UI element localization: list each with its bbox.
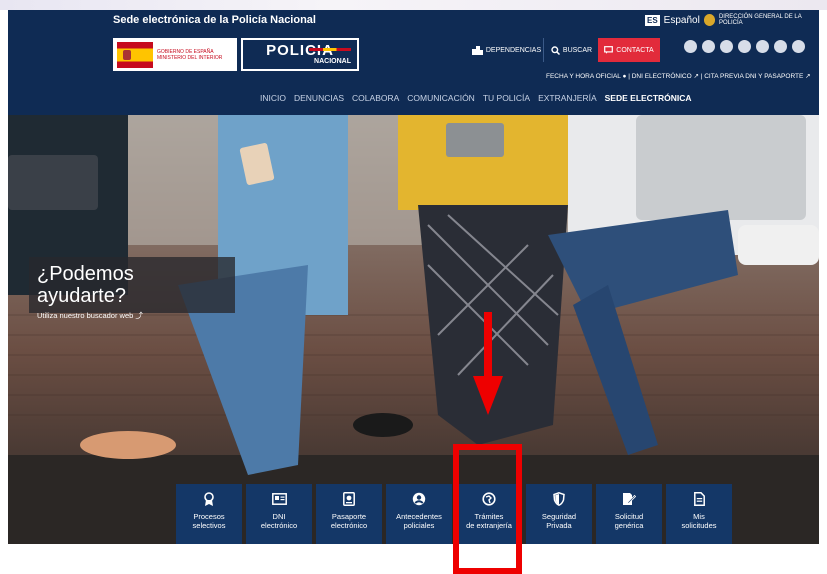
tile-procesos-selectivos[interactable]: Procesos selectivos (176, 484, 242, 544)
fecha-link[interactable]: FECHA Y HORA OFICIAL (546, 73, 621, 80)
nav-item-denuncias[interactable]: DENUNCIAS (294, 93, 344, 103)
logo-stripe (309, 48, 351, 51)
tile-line-2: electrónico (260, 521, 298, 530)
nav-item-tu-policia[interactable]: TU POLICÍA (483, 93, 530, 103)
policia-nacional-logo[interactable]: POLICIA NACIONAL (241, 38, 359, 71)
telegram-icon[interactable] (756, 40, 769, 53)
dependencias-label: DEPENDENCIAS (485, 46, 542, 54)
chat-icon (604, 46, 614, 54)
tile-line-2: selectivos (192, 521, 226, 530)
tile-pasaporte-electronico[interactable]: Pasaporte electrónico (316, 484, 382, 544)
dependencias-button[interactable]: DEPENDENCIAS (470, 38, 544, 62)
document-icon (693, 492, 705, 506)
nav-item-colabora[interactable]: COLABORA (352, 93, 399, 103)
annotation-highlight-box (453, 444, 522, 574)
external-link-icon: ↗ (805, 73, 811, 80)
tile-line-1: Solicitud (614, 512, 644, 521)
edit-doc-icon (623, 493, 636, 505)
dni-link[interactable]: DNI ELECTRÓNICO (632, 73, 692, 80)
tile-line-2: policiales (403, 521, 435, 530)
tile-line-2: solicitudes (681, 521, 717, 530)
contacta-button[interactable]: CONTACTA (598, 38, 660, 62)
tile-line-2: genérica (614, 521, 644, 530)
instagram-icon[interactable] (738, 40, 751, 53)
top-strip (0, 0, 827, 10)
logo-sub-text: NACIONAL (314, 58, 351, 65)
tile-seguridad-privada[interactable]: Seguridad Privada (526, 484, 592, 544)
language-selector[interactable]: ES Español DIRECCIÓN GENERAL DE LA POLIC… (645, 14, 819, 26)
arrow-up-icon: ⤴ (135, 311, 143, 320)
contacta-label: CONTACTA (616, 46, 654, 54)
language-code: ES (645, 14, 660, 26)
clock-icon: ● (622, 73, 629, 80)
gov-line-2: MINISTERIO DEL INTERIOR (157, 54, 223, 61)
police-seal-icon (703, 14, 715, 26)
tile-solicitud-generica[interactable]: Solicitud genérica (596, 484, 662, 544)
external-link-icon: ↗ (693, 73, 701, 80)
help-subtitle[interactable]: Utiliza nuestro buscador web ⤴ (37, 310, 227, 321)
site-header: Sede electrónica de la Policía Nacional … (8, 10, 819, 115)
gobierno-logo[interactable]: GOBIERNO DE ESPAÑA MINISTERIO DEL INTERI… (113, 38, 237, 71)
tile-line-2: Privada (546, 521, 572, 530)
language-label: Español (663, 14, 700, 26)
tile-line-1: Antecedentes (396, 512, 442, 521)
nav-item-extranjeria[interactable]: EXTRANJERÍA (538, 93, 597, 103)
help-subtitle-text: Utiliza nuestro buscador web (37, 311, 134, 320)
main-nav: INICIO DENUNCIAS COLABORA COMUNICACIÓN T… (260, 93, 692, 103)
search-icon (551, 45, 560, 55)
buscar-button[interactable]: BUSCAR (545, 38, 598, 62)
tiktok-icon[interactable] (774, 40, 787, 53)
nav-item-inicio[interactable]: INICIO (260, 93, 286, 103)
social-links (684, 40, 805, 53)
twitter-icon[interactable] (684, 40, 697, 53)
tile-line-2: electrónico (330, 521, 368, 530)
passport-icon (343, 492, 355, 506)
page: Sede electrónica de la Policía Nacional … (0, 0, 827, 574)
tile-line-1: DNI (272, 512, 286, 521)
hero-illustration (8, 115, 819, 544)
tile-line-1: Pasaporte (331, 512, 367, 521)
cita-link[interactable]: CITA PREVIA DNI Y PASAPORTE (704, 73, 803, 80)
shield-icon (553, 492, 565, 506)
help-box[interactable]: ¿Podemos ayudarte? Utiliza nuestro busca… (29, 257, 235, 320)
tile-line-1: Seguridad (541, 512, 577, 521)
gov-line-1: GOBIERNO DE ESPAÑA (157, 48, 214, 55)
buscar-label: BUSCAR (562, 46, 593, 54)
nav-item-sede-electronica[interactable]: SEDE ELECTRÓNICA (605, 93, 692, 103)
help-title: ¿Podemos ayudarte? (37, 263, 134, 307)
nav-item-comunicacion[interactable]: COMUNICACIÓN (407, 93, 475, 103)
direction-label: DIRECCIÓN GENERAL DE LA POLICÍA (718, 14, 802, 26)
spain-flag-icon (117, 41, 153, 68)
tile-dni-electronico[interactable]: DNI electrónico (246, 484, 312, 544)
other-social-icon[interactable] (792, 40, 805, 53)
hero-photo (8, 115, 819, 544)
id-card-icon (271, 493, 287, 505)
tile-mis-solicitudes[interactable]: Mis solicitudes (666, 484, 732, 544)
tile-line-1: Mis (693, 512, 705, 521)
utility-links: FECHA Y HORA OFICIAL ● | DNI ELECTRÓNICO… (546, 73, 811, 80)
user-circle-icon (412, 492, 426, 506)
facebook-icon[interactable] (702, 40, 715, 53)
gov-text: GOBIERNO DE ESPAÑA MINISTERIO DEL INTERI… (157, 49, 222, 61)
youtube-icon[interactable] (720, 40, 733, 53)
site-title[interactable]: Sede electrónica de la Policía Nacional (113, 14, 316, 26)
page-bottom (0, 544, 827, 574)
medal-icon (204, 492, 214, 506)
tile-antecedentes-policiales[interactable]: Antecedentes policiales (386, 484, 452, 544)
tile-line-1: Procesos (193, 512, 225, 521)
annotation-arrow-icon (473, 312, 503, 415)
building-icon (471, 45, 483, 55)
